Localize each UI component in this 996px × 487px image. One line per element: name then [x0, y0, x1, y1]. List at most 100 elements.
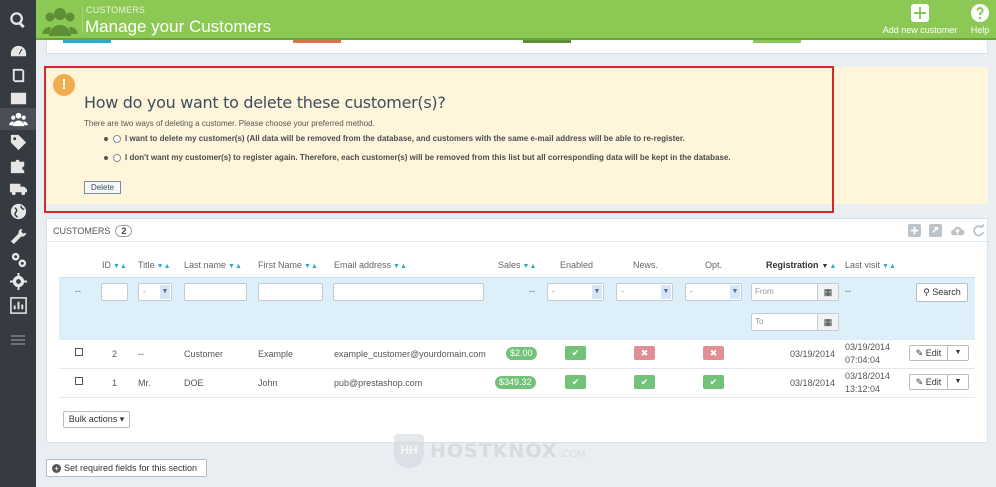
count-badge: 2	[115, 225, 133, 237]
edit-button[interactable]: ✎ Edit ▼	[909, 374, 969, 390]
sidebar	[0, 0, 36, 487]
localization-icon[interactable]	[6, 200, 30, 222]
filter-title-select[interactable]: - ▼	[138, 283, 172, 301]
sort-arrows[interactable]: ▼▲	[304, 263, 318, 270]
search-button[interactable]: ⚲ Search	[916, 283, 968, 302]
filter-enabled-select[interactable]: - ▼	[547, 283, 604, 301]
breadcrumb[interactable]: CUSTOMERS	[86, 5, 145, 15]
close-icon[interactable]: ✖	[634, 346, 655, 360]
panel-title: CUSTOMERS	[53, 226, 111, 236]
cell-last-visit-time: 07:04:04	[845, 355, 881, 365]
cell-email: example_customer@yourdomain.com	[334, 349, 486, 359]
preferences-icon[interactable]	[6, 225, 30, 247]
col-label: Opt.	[705, 260, 723, 270]
cell-registration: 03/19/2014	[790, 349, 836, 359]
cloud-upload-icon[interactable]	[950, 224, 965, 237]
check-icon[interactable]: ✔	[565, 346, 586, 360]
filter-placeholder: --	[529, 286, 535, 296]
refresh-icon[interactable]	[972, 224, 985, 237]
calendar-icon[interactable]: ▦	[817, 284, 838, 300]
check-icon[interactable]: ✔	[634, 375, 655, 389]
chevron-down-icon[interactable]: ▼	[948, 346, 968, 360]
check-icon[interactable]: ✔	[565, 375, 586, 389]
modules-icon[interactable]	[6, 154, 30, 176]
administration-icon[interactable]	[6, 270, 30, 292]
price-rules-icon[interactable]	[6, 131, 30, 153]
filter-registration-from[interactable]: From ▦	[751, 283, 839, 301]
filter-first-name-input[interactable]	[258, 283, 323, 301]
col-label: Enabled	[560, 260, 594, 270]
dashboard-icon[interactable]	[6, 41, 30, 63]
set-required-fields-label: Set required fields for this section	[64, 463, 198, 473]
page-title: Manage your Customers	[85, 17, 272, 36]
catalog-icon[interactable]	[6, 64, 30, 86]
help-button[interactable]: Help	[968, 3, 992, 35]
select-value: -	[552, 287, 555, 296]
sort-arrows[interactable]: ▼▲	[157, 263, 171, 270]
cell-registration: 03/18/2014	[790, 378, 836, 388]
cell-title: --	[138, 349, 144, 359]
advanced-icon[interactable]	[6, 248, 30, 270]
set-required-fields-button[interactable]: + Set required fields for this section	[46, 459, 207, 477]
bulk-actions-button[interactable]: Bulk actions ▾	[63, 411, 130, 428]
add-new-customer-button[interactable]: Add new customer	[882, 3, 958, 35]
stats-icon[interactable]	[6, 294, 30, 316]
bulk-actions-label: Bulk actions	[68, 414, 118, 424]
col-registration[interactable]: Registration ▼▲	[766, 260, 836, 270]
edit-label: ✎ Edit	[910, 375, 948, 389]
select-value: -	[143, 287, 146, 296]
col-newsletter: News.	[633, 260, 658, 270]
col-label: First Name	[258, 260, 303, 270]
sort-arrows[interactable]: ▼▲	[228, 263, 242, 270]
export-icon[interactable]	[929, 224, 942, 237]
col-label: Title	[138, 260, 155, 270]
sort-arrows[interactable]: ▼▲	[113, 263, 127, 270]
row-checkbox[interactable]	[75, 377, 83, 385]
kpi-panel	[46, 40, 988, 54]
col-last-name[interactable]: Last name ▼▲	[184, 260, 242, 270]
calendar-icon[interactable]: ▦	[817, 314, 838, 330]
orders-icon[interactable]	[6, 87, 30, 109]
chevron-down-icon: ▼	[160, 285, 170, 299]
col-email[interactable]: Email address ▼▲	[334, 260, 407, 270]
col-last-visit[interactable]: Last visit ▼▲	[845, 260, 896, 270]
filter-optin-select[interactable]: - ▼	[685, 283, 742, 301]
search-icon: ⚲	[923, 287, 933, 297]
watermark-text: HOSTKNOX	[430, 440, 558, 462]
customers-icon	[42, 3, 78, 37]
filter-registration-to[interactable]: To ▦	[751, 313, 839, 331]
filter-id-input[interactable]	[101, 283, 128, 301]
sort-arrows[interactable]: ▼▲	[393, 263, 407, 270]
panel-heading: CUSTOMERS 2	[53, 225, 133, 237]
filter-last-name-input[interactable]	[184, 283, 247, 301]
chevron-down-icon[interactable]: ▼	[948, 375, 968, 389]
col-first-name[interactable]: First Name ▼▲	[258, 260, 318, 270]
row-checkbox[interactable]	[75, 348, 83, 356]
sort-arrows[interactable]: ▼▲	[882, 263, 896, 270]
col-sales[interactable]: Sales ▼▲	[498, 260, 536, 270]
chevron-down-icon: ▼	[730, 285, 740, 299]
shipping-icon[interactable]	[6, 177, 30, 199]
kpi-bar	[523, 40, 571, 43]
edit-button[interactable]: ✎ Edit ▼	[909, 345, 969, 361]
sort-asc-arrow[interactable]: ▲	[829, 263, 836, 270]
filter-email-input[interactable]	[333, 283, 484, 301]
cell-last-visit-date: 03/19/2014	[845, 342, 891, 352]
check-icon[interactable]: ✔	[703, 375, 724, 389]
sort-desc-arrow[interactable]: ▼	[822, 263, 829, 270]
date-placeholder: To	[755, 317, 764, 326]
col-title[interactable]: Title ▼▲	[138, 260, 171, 270]
col-label: ID	[102, 260, 111, 270]
cell-last-visit-date: 03/18/2014	[845, 371, 891, 381]
col-id[interactable]: ID ▼▲	[102, 260, 127, 270]
search-icon[interactable]	[6, 9, 30, 31]
pencil-icon: ✎	[915, 348, 926, 358]
add-icon[interactable]	[908, 224, 921, 237]
close-icon[interactable]: ✖	[703, 346, 724, 360]
sidebar-toggle[interactable]	[11, 335, 25, 345]
sort-arrows[interactable]: ▼▲	[523, 263, 537, 270]
col-label: Last visit	[845, 260, 881, 270]
help-icon	[971, 4, 989, 22]
customers-icon[interactable]	[0, 108, 36, 130]
filter-newsletter-select[interactable]: - ▼	[616, 283, 673, 301]
